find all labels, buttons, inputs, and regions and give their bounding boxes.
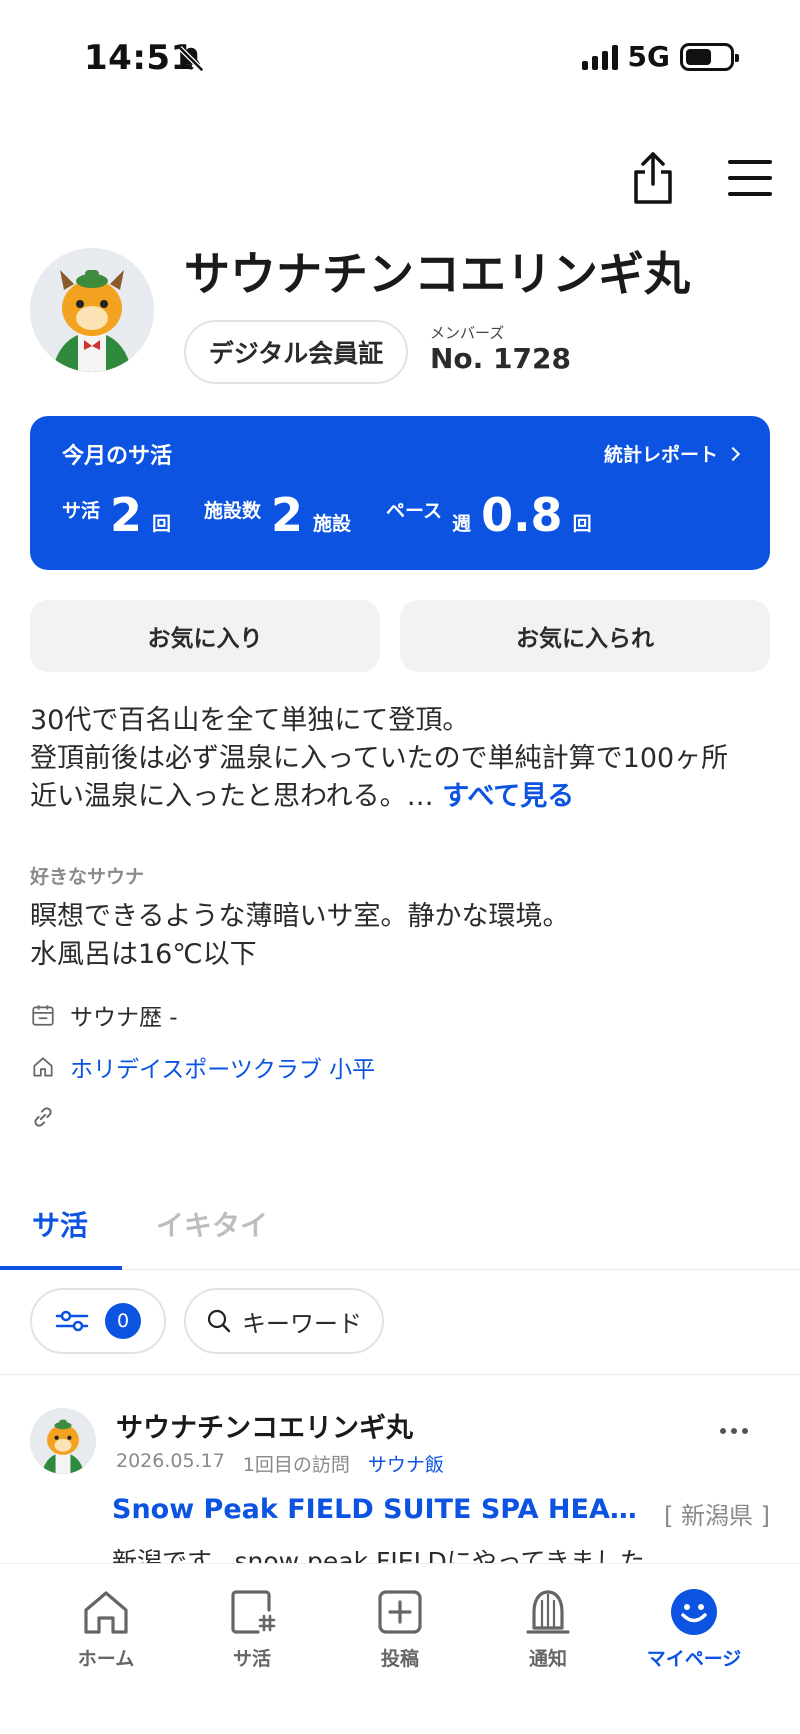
status-right: 5G (581, 40, 739, 73)
nav-sakatsu[interactable]: サ活 (192, 1586, 312, 1671)
bottom-navigation: ホーム サ活 投稿 通知 マイページ (0, 1563, 800, 1734)
post-visit-count: 1回目の訪問 (242, 1454, 350, 1476)
menu-icon[interactable] (728, 160, 772, 196)
favorite-sauna-label: 好きなサウナ (30, 866, 145, 888)
list-divider (0, 1374, 800, 1375)
battery-icon (680, 42, 739, 71)
network-type: 5G (627, 40, 670, 73)
stat-label: ペース (386, 500, 443, 522)
stat-sakatsu: サ活 2 回 (62, 488, 171, 542)
sauna-history-row: サウナ歴 - (30, 998, 178, 1032)
filter-button[interactable]: 0 (30, 1288, 166, 1354)
post-avatar[interactable] (30, 1408, 96, 1474)
card-title: 今月のサ活 (62, 444, 173, 469)
stat-facilities: 施設数 2 施設 (204, 488, 351, 542)
stat-label: 施設数 (204, 500, 262, 522)
nav-mypage[interactable]: マイページ (634, 1586, 754, 1671)
nav-label: マイページ (646, 1648, 742, 1670)
favorites-button[interactable]: お気に入り (30, 600, 380, 672)
nav-label: サ活 (232, 1648, 271, 1670)
signal-icon (581, 44, 618, 70)
profile-name: サウナチンコエリンギ丸 (184, 247, 690, 301)
member-number: No. 1728 (430, 342, 571, 375)
bio: 30代で百名山を全て単独にて登頂。 登頂前後は必ず温泉に入っていたので単純計算で… (30, 702, 780, 816)
bell-muted-icon (177, 45, 205, 73)
stats-report-label: 統計レポート (603, 444, 718, 466)
favorite-sauna-line: 瞑想できるような薄暗いサ室。静かな環境。 (30, 901, 570, 932)
monthly-sakatsu-card[interactable]: 今月のサ活 統計レポート サ活 2 回 施設数 2 施設 ペース 週 0.8 回 (30, 416, 770, 570)
tab-sakatsu[interactable]: サ活 (32, 1204, 88, 1244)
tab-ikitai[interactable]: イキタイ (156, 1204, 268, 1244)
stat-value: 2 (110, 488, 143, 542)
keyword-search-button[interactable]: キーワード (184, 1288, 384, 1354)
notification-icon (526, 1590, 570, 1634)
post-author[interactable]: サウナチンコエリンギ丸 (116, 1406, 413, 1445)
see-all-link[interactable]: すべて見る (442, 781, 574, 812)
stat-unit: 施設 (313, 513, 352, 535)
stat-unit: 回 (152, 513, 172, 535)
post-date: 2026.05.17 (116, 1450, 225, 1472)
favorite-sauna-text: 瞑想できるような薄暗いサ室。静かな環境。 水風呂は16℃以下 (30, 898, 770, 974)
sliders-icon (55, 1310, 89, 1332)
stat-value: 2 (271, 488, 304, 542)
bio-line: 近い温泉に入ったと思われる。… すべて見る (30, 778, 780, 816)
home-icon (33, 1057, 53, 1077)
chevron-right-icon (725, 446, 741, 461)
nav-notifications[interactable]: 通知 (488, 1586, 608, 1671)
bio-line: 30代で百名山を全て単独にて登頂。 (30, 705, 470, 736)
stats-report-link[interactable]: 統計レポート (603, 440, 741, 467)
home-icon (84, 1591, 128, 1634)
stat-unit: 回 (572, 513, 592, 535)
keyword-placeholder: キーワード (242, 1309, 362, 1338)
stat-label: サ活 (62, 500, 101, 522)
mascot-avatar-icon (30, 248, 154, 372)
nav-label: 通知 (528, 1648, 567, 1670)
mypage-icon (671, 1589, 717, 1635)
bio-line: 登頂前後は必ず温泉に入っていたので単純計算で100ヶ所 (30, 743, 729, 774)
post-prefecture: [ 新潟県 ] (664, 1502, 770, 1530)
filter-count-badge: 0 (105, 1303, 141, 1339)
active-tab-indicator (0, 1266, 122, 1270)
nav-label: 投稿 (380, 1648, 419, 1670)
stat-pace: ペース 週 0.8 回 (386, 488, 592, 542)
home-facility-link[interactable]: ホリデイスポーツクラブ 小平 (70, 1050, 375, 1084)
favorited-button[interactable]: お気に入られ (400, 600, 770, 672)
nav-label: ホーム (77, 1648, 135, 1670)
share-icon[interactable] (630, 150, 676, 206)
mascot-avatar-icon (30, 1408, 96, 1474)
home-facility-row[interactable]: ホリデイスポーツクラブ 小平 (30, 1050, 375, 1084)
stat-prefix: 週 (452, 513, 472, 535)
member-label: メンバーズ (430, 324, 505, 342)
search-icon (207, 1309, 231, 1333)
digital-member-card-button[interactable]: デジタル会員証 (184, 320, 408, 384)
link-row[interactable] (30, 1104, 56, 1130)
post-facility-link[interactable]: Snow Peak FIELD SUITE SPA HEADQ… (112, 1494, 642, 1525)
calendar-icon (32, 1005, 54, 1026)
stat-value: 0.8 (481, 488, 563, 542)
sakatsu-note-icon (231, 1590, 276, 1634)
post-meta: 2026.05.17 1回目の訪問 サウナ飯 (116, 1450, 444, 1477)
link-icon[interactable] (30, 1104, 56, 1130)
nav-home[interactable]: ホーム (46, 1586, 166, 1671)
nav-post[interactable]: 投稿 (340, 1586, 460, 1671)
avatar (30, 248, 154, 372)
favorite-sauna-line: 水風呂は16℃以下 (30, 939, 257, 970)
bio-line-text: 近い温泉に入ったと思われる。… (30, 781, 434, 812)
sauna-history-text: サウナ歴 - (70, 1005, 178, 1031)
add-post-icon (378, 1590, 422, 1634)
more-options-icon[interactable] (720, 1428, 748, 1434)
post-tag[interactable]: サウナ飯 (368, 1450, 444, 1477)
